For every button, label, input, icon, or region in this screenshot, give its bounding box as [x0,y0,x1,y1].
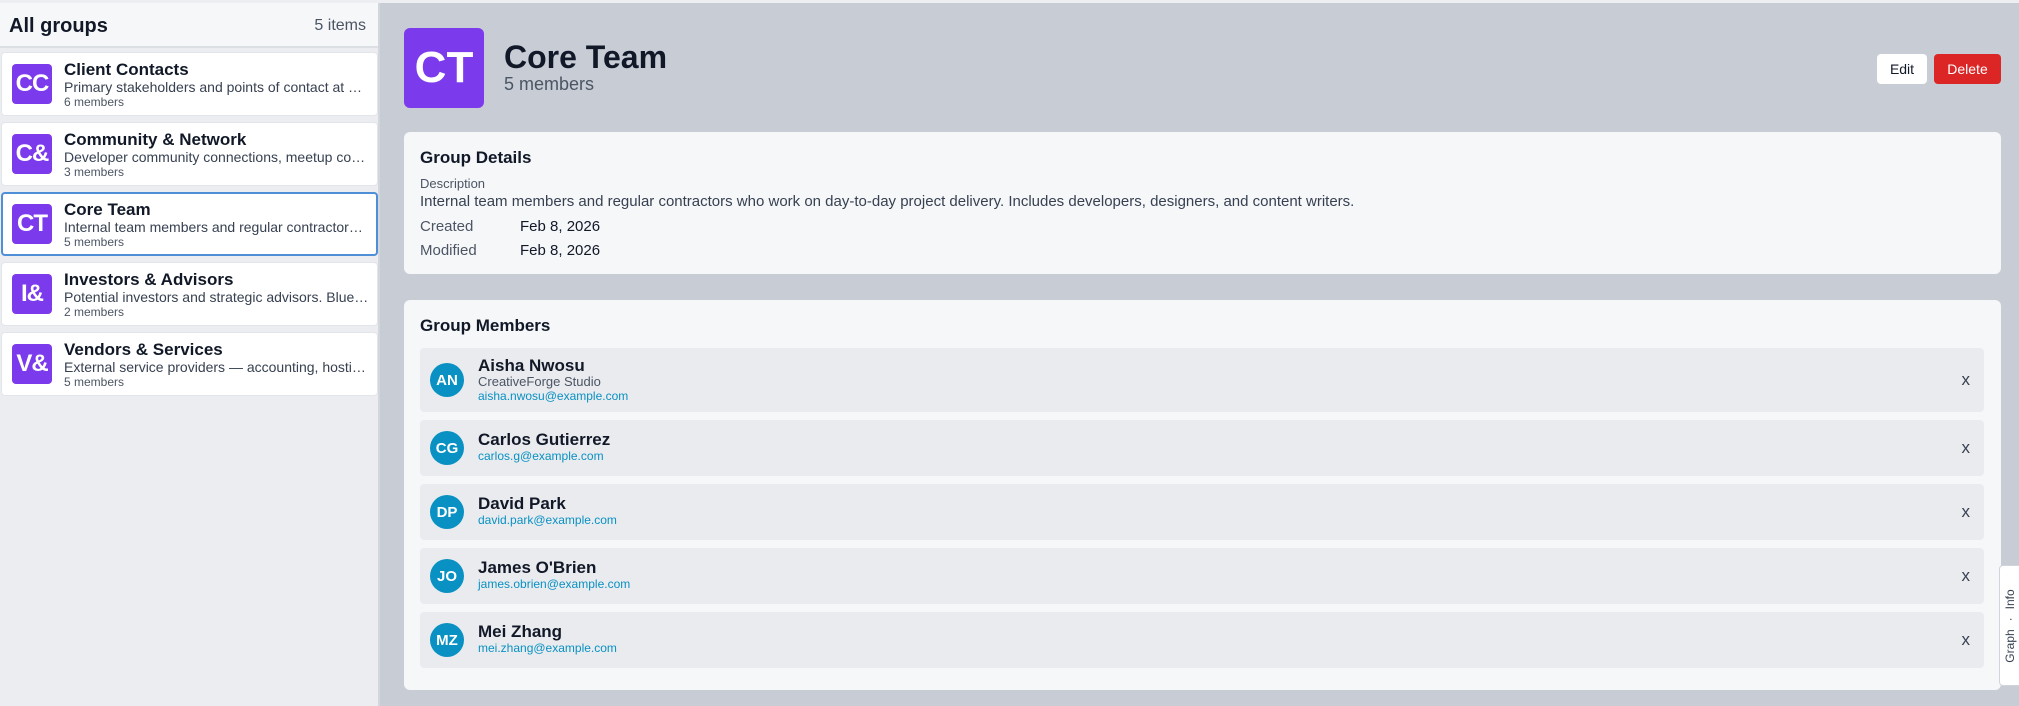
member-row[interactable]: DP David Park david.park@example.com x [420,484,1984,540]
member-row[interactable]: AN Aisha Nwosu CreativeForge Studio aish… [420,348,1984,412]
member-name: Mei Zhang [478,622,563,641]
modified-value: Feb 8, 2026 [520,242,601,259]
group-item-community-network[interactable]: C& Community & Network Developer communi… [1,122,378,186]
member-name: Aisha Nwosu [478,356,585,375]
graph-tab[interactable]: Graph [2003,629,2017,662]
member-row[interactable]: JO James O'Brien james.obrien@example.co… [420,548,1984,604]
sidebar-title: All groups [9,15,108,37]
member-email[interactable]: carlos.g@example.com [478,449,604,463]
member-avatar: CG [430,431,464,465]
group-item-investors-advisors[interactable]: I& Investors & Advisors Potential invest… [1,262,378,326]
group-avatar: C& [12,134,52,174]
group-description: Developer community connections, meetup … [64,149,369,165]
member-email[interactable]: david.park@example.com [478,513,617,527]
group-detail-panel: CT Core Team 5 members Edit Delete Group… [382,3,2019,706]
member-avatar: MZ [430,623,464,657]
description-label: Description [420,176,486,191]
created-label: Created [420,218,474,235]
group-name: Client Contacts [64,60,189,79]
remove-member-button[interactable]: x [1962,502,1971,522]
remove-member-button[interactable]: x [1962,438,1971,458]
group-description: Internal team members and regular contra… [64,219,369,235]
group-members-card: Group Members AN Aisha Nwosu CreativeFor… [404,300,2001,690]
member-row[interactable]: CG Carlos Gutierrez carlos.g@example.com… [420,420,1984,476]
group-name: Vendors & Services [64,340,223,359]
graph-info-toggle[interactable]: Graph · Info [1999,565,2019,686]
edit-button[interactable]: Edit [1877,54,1927,84]
remove-member-button[interactable]: x [1962,370,1971,390]
member-name: David Park [478,494,566,513]
sidebar-item-count: 5 items [314,17,366,34]
group-avatar: V& [12,344,52,384]
member-avatar: AN [430,363,464,397]
group-name: Community & Network [64,130,247,149]
page-subtitle: 5 members [504,74,595,94]
description-text: Internal team members and regular contra… [420,193,1355,210]
member-email[interactable]: mei.zhang@example.com [478,641,617,655]
group-member-count: 3 members [64,165,125,179]
tab-separator: · [2002,616,2017,621]
member-avatar: DP [430,495,464,529]
created-value: Feb 8, 2026 [520,218,601,235]
group-item-client-contacts[interactable]: CC Client Contacts Primary stakeholders … [1,52,378,116]
group-name: Core Team [64,200,151,219]
modified-label: Modified [420,242,477,259]
group-details-title: Group Details [420,148,532,167]
member-email[interactable]: james.obrien@example.com [478,577,630,591]
member-company: CreativeForge Studio [478,374,601,389]
group-description: Potential investors and strategic adviso… [64,289,369,305]
group-avatar: I& [12,274,52,314]
group-avatar: CT [12,204,52,244]
member-row[interactable]: MZ Mei Zhang mei.zhang@example.com x [420,612,1984,668]
member-avatar: JO [430,559,464,593]
member-name: Carlos Gutierrez [478,430,611,449]
group-item-core-team[interactable]: CT Core Team Internal team members and r… [1,192,378,256]
group-details-card: Group Details Description Internal team … [404,132,2001,274]
group-member-count: 6 members [64,95,125,109]
group-member-count: 5 members [64,235,125,249]
group-description: External service providers — accounting,… [64,359,369,375]
group-member-count: 2 members [64,305,125,319]
group-members-title: Group Members [420,316,551,335]
sidebar-header: All groups 5 items [0,3,378,48]
group-member-count: 5 members [64,375,125,389]
remove-member-button[interactable]: x [1962,566,1971,586]
group-avatar: CC [12,64,52,104]
group-description: Primary stakeholders and points of conta… [64,79,369,95]
group-name: Investors & Advisors [64,270,234,289]
groups-sidebar: All groups 5 items CC Client Contacts Pr… [0,3,380,706]
sidetab-labels: Graph · Info [2003,585,2017,666]
member-name: James O'Brien [478,558,597,577]
remove-member-button[interactable]: x [1962,630,1971,650]
delete-button[interactable]: Delete [1934,54,2001,84]
member-email[interactable]: aisha.nwosu@example.com [478,389,628,403]
info-tab[interactable]: Info [2003,589,2017,609]
group-avatar-large: CT [404,28,484,108]
group-item-vendors-services[interactable]: V& Vendors & Services External service p… [1,332,378,396]
page-title: Core Team [504,39,668,75]
